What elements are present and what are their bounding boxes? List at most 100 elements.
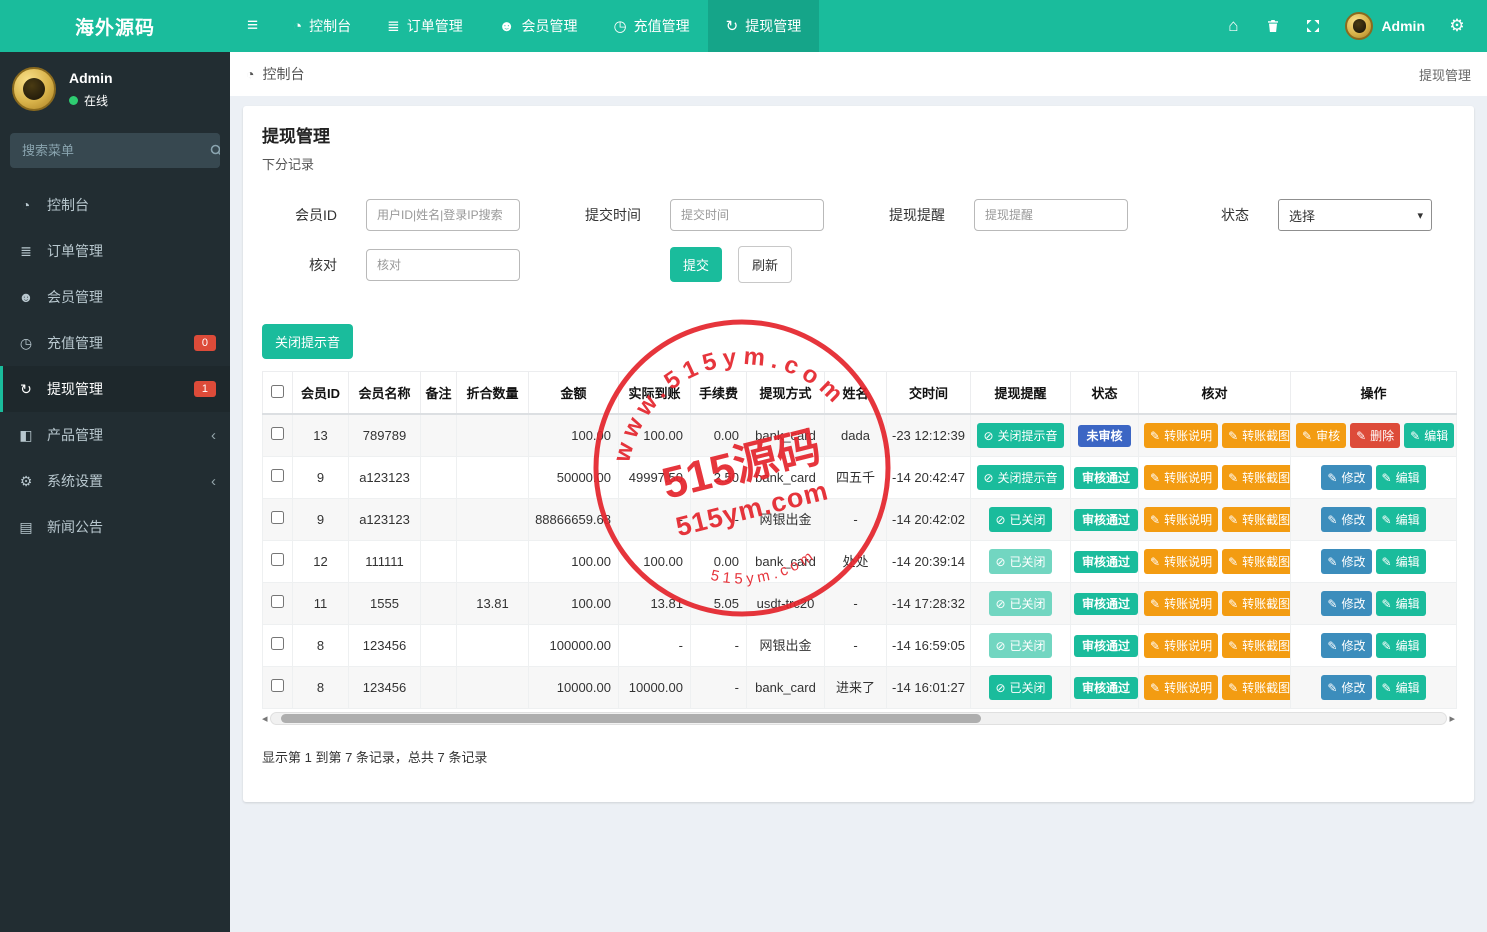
check-button[interactable]: ✎转账说明 bbox=[1144, 507, 1218, 532]
sidebar-item-members[interactable]: ☻ 会员管理 bbox=[0, 274, 230, 320]
main-content: ◔ 控制台 提现管理 提现管理 下分记录 会员ID 提交时间 提现提醒 bbox=[230, 52, 1487, 932]
row-checkbox[interactable] bbox=[271, 511, 284, 524]
submit-time-input[interactable] bbox=[670, 199, 824, 231]
avatar bbox=[12, 67, 56, 111]
trash-button[interactable] bbox=[1255, 8, 1291, 44]
breadcrumb-home[interactable]: ◔ 控制台 bbox=[246, 64, 304, 84]
row-checkbox[interactable] bbox=[271, 637, 284, 650]
remind-button[interactable]: ⊘已关闭 bbox=[989, 633, 1051, 658]
row-checkbox[interactable] bbox=[271, 679, 284, 692]
ban-icon: ⊘ bbox=[995, 513, 1005, 527]
column-header: 状态 bbox=[1071, 372, 1139, 415]
home-button[interactable]: ⌂ bbox=[1215, 8, 1251, 44]
select-all-checkbox[interactable] bbox=[271, 385, 284, 398]
scrollbar-thumb[interactable] bbox=[281, 714, 981, 723]
row-checkbox[interactable] bbox=[271, 469, 284, 482]
action-button[interactable]: ✎修改 bbox=[1321, 549, 1371, 574]
settings-button[interactable]: ⚙ bbox=[1439, 8, 1475, 44]
sidebar-item-console[interactable]: ◔ 控制台 bbox=[0, 182, 230, 228]
refresh-button[interactable]: 刷新 bbox=[738, 246, 792, 283]
sidebar-item-news[interactable]: ▤ 新闻公告 bbox=[0, 504, 230, 550]
sidebar-toggle-button[interactable]: ≡ bbox=[230, 0, 275, 52]
sidebar-item-recharge[interactable]: ◷ 充值管理 0 bbox=[0, 320, 230, 366]
action-button[interactable]: ✎修改 bbox=[1321, 633, 1371, 658]
user-menu-label: Admin bbox=[1381, 18, 1425, 34]
sidebar-item-products[interactable]: ◧ 产品管理 ‹ bbox=[0, 412, 230, 458]
orders-icon: ≣ bbox=[387, 17, 400, 35]
check-button[interactable]: ✎转账截图 bbox=[1222, 591, 1290, 616]
check-button[interactable]: ✎转账说明 bbox=[1144, 423, 1218, 448]
action-button[interactable]: ✎编辑 bbox=[1404, 423, 1454, 448]
pencil-icon: ✎ bbox=[1302, 429, 1312, 443]
topnav-item-console[interactable]: ◔ 控制台 bbox=[275, 0, 369, 52]
action-button[interactable]: ✎修改 bbox=[1321, 507, 1371, 532]
cell-quantity bbox=[457, 414, 529, 457]
table-row: 812345610000.0010000.00-bank_card进来了-14 … bbox=[263, 667, 1457, 709]
remind-input[interactable] bbox=[974, 199, 1128, 231]
check-button[interactable]: ✎转账截图 bbox=[1222, 423, 1290, 448]
sidebar-item-orders[interactable]: ≣ 订单管理 bbox=[0, 228, 230, 274]
user-panel: Admin 在线 bbox=[0, 52, 230, 121]
remind-button[interactable]: ⊘已关闭 bbox=[989, 591, 1051, 616]
sidebar-search bbox=[10, 133, 220, 168]
action-button[interactable]: ✎修改 bbox=[1321, 675, 1371, 700]
remind-button[interactable]: ⊘关闭提示音 bbox=[977, 465, 1063, 490]
action-button[interactable]: ✎编辑 bbox=[1376, 675, 1426, 700]
cell-member_id: 13 bbox=[293, 414, 349, 457]
member-id-input[interactable] bbox=[366, 199, 520, 231]
user-menu[interactable]: Admin bbox=[1335, 12, 1435, 40]
scroll-left-arrow[interactable]: ◂ bbox=[262, 712, 268, 725]
check-button[interactable]: ✎转账说明 bbox=[1144, 591, 1218, 616]
status-select[interactable]: 选择 ▾ bbox=[1278, 199, 1432, 231]
check-button[interactable]: ✎转账截图 bbox=[1222, 507, 1290, 532]
remind-button[interactable]: ⊘已关闭 bbox=[989, 507, 1051, 532]
check-button[interactable]: ✎转账截图 bbox=[1222, 675, 1290, 700]
action-button[interactable]: ✎审核 bbox=[1296, 423, 1346, 448]
check-button[interactable]: ✎转账截图 bbox=[1222, 549, 1290, 574]
scrollbar-track[interactable] bbox=[270, 712, 1448, 725]
check-button[interactable]: ✎转账说明 bbox=[1144, 549, 1218, 574]
action-button[interactable]: ✎修改 bbox=[1321, 591, 1371, 616]
check-button[interactable]: ✎转账截图 bbox=[1222, 633, 1290, 658]
topnav-item-members[interactable]: ☻ 会员管理 bbox=[481, 0, 596, 52]
page-subtitle: 下分记录 bbox=[262, 154, 1455, 173]
cell-method: bank_card bbox=[747, 414, 825, 457]
sidebar-item-withdraw[interactable]: ↻ 提现管理 1 bbox=[0, 366, 230, 412]
check-input[interactable] bbox=[366, 249, 520, 281]
remind-button[interactable]: ⊘已关闭 bbox=[989, 675, 1051, 700]
pencil-icon: ✎ bbox=[1150, 471, 1160, 485]
check-button[interactable]: ✎转账说明 bbox=[1144, 633, 1218, 658]
cell-quantity: 13.81 bbox=[457, 583, 529, 625]
action-button[interactable]: ✎编辑 bbox=[1376, 507, 1426, 532]
pencil-icon: ✎ bbox=[1382, 597, 1392, 611]
topnav-item-recharge[interactable]: ◷ 充值管理 bbox=[596, 0, 708, 52]
topnav-item-withdraw[interactable]: ↻ 提现管理 bbox=[708, 0, 820, 52]
action-button[interactable]: ✎编辑 bbox=[1376, 591, 1426, 616]
row-checkbox[interactable] bbox=[271, 595, 284, 608]
settings-icon: ⚙ bbox=[17, 473, 35, 490]
cell-payee: - bbox=[825, 583, 887, 625]
cell-amount: 100.00 bbox=[529, 583, 619, 625]
fullscreen-button[interactable] bbox=[1295, 8, 1331, 44]
check-button[interactable]: ✎转账截图 bbox=[1222, 465, 1290, 490]
action-button[interactable]: ✎修改 bbox=[1321, 465, 1371, 490]
check-button[interactable]: ✎转账说明 bbox=[1144, 675, 1218, 700]
menu-search-button[interactable] bbox=[210, 133, 220, 168]
remind-button[interactable]: ⊘关闭提示音 bbox=[977, 423, 1063, 448]
sidebar-item-settings[interactable]: ⚙ 系统设置 ‹ bbox=[0, 458, 230, 504]
action-button[interactable]: ✎删除 bbox=[1350, 423, 1400, 448]
action-button[interactable]: ✎编辑 bbox=[1376, 549, 1426, 574]
topnav-item-orders[interactable]: ≣ 订单管理 bbox=[369, 0, 481, 52]
action-button[interactable]: ✎编辑 bbox=[1376, 633, 1426, 658]
status-label: 状态 bbox=[1174, 205, 1249, 225]
row-checkbox[interactable] bbox=[271, 427, 284, 440]
action-button[interactable]: ✎编辑 bbox=[1376, 465, 1426, 490]
submit-button[interactable]: 提交 bbox=[670, 247, 722, 282]
mute-sound-button[interactable]: 关闭提示音 bbox=[262, 324, 353, 359]
remind-button[interactable]: ⊘已关闭 bbox=[989, 549, 1051, 574]
column-header: 交时间 bbox=[887, 372, 971, 415]
scroll-right-arrow[interactable]: ▸ bbox=[1449, 712, 1455, 725]
menu-search-input[interactable] bbox=[10, 133, 210, 168]
check-button[interactable]: ✎转账说明 bbox=[1144, 465, 1218, 490]
row-checkbox[interactable] bbox=[271, 553, 284, 566]
